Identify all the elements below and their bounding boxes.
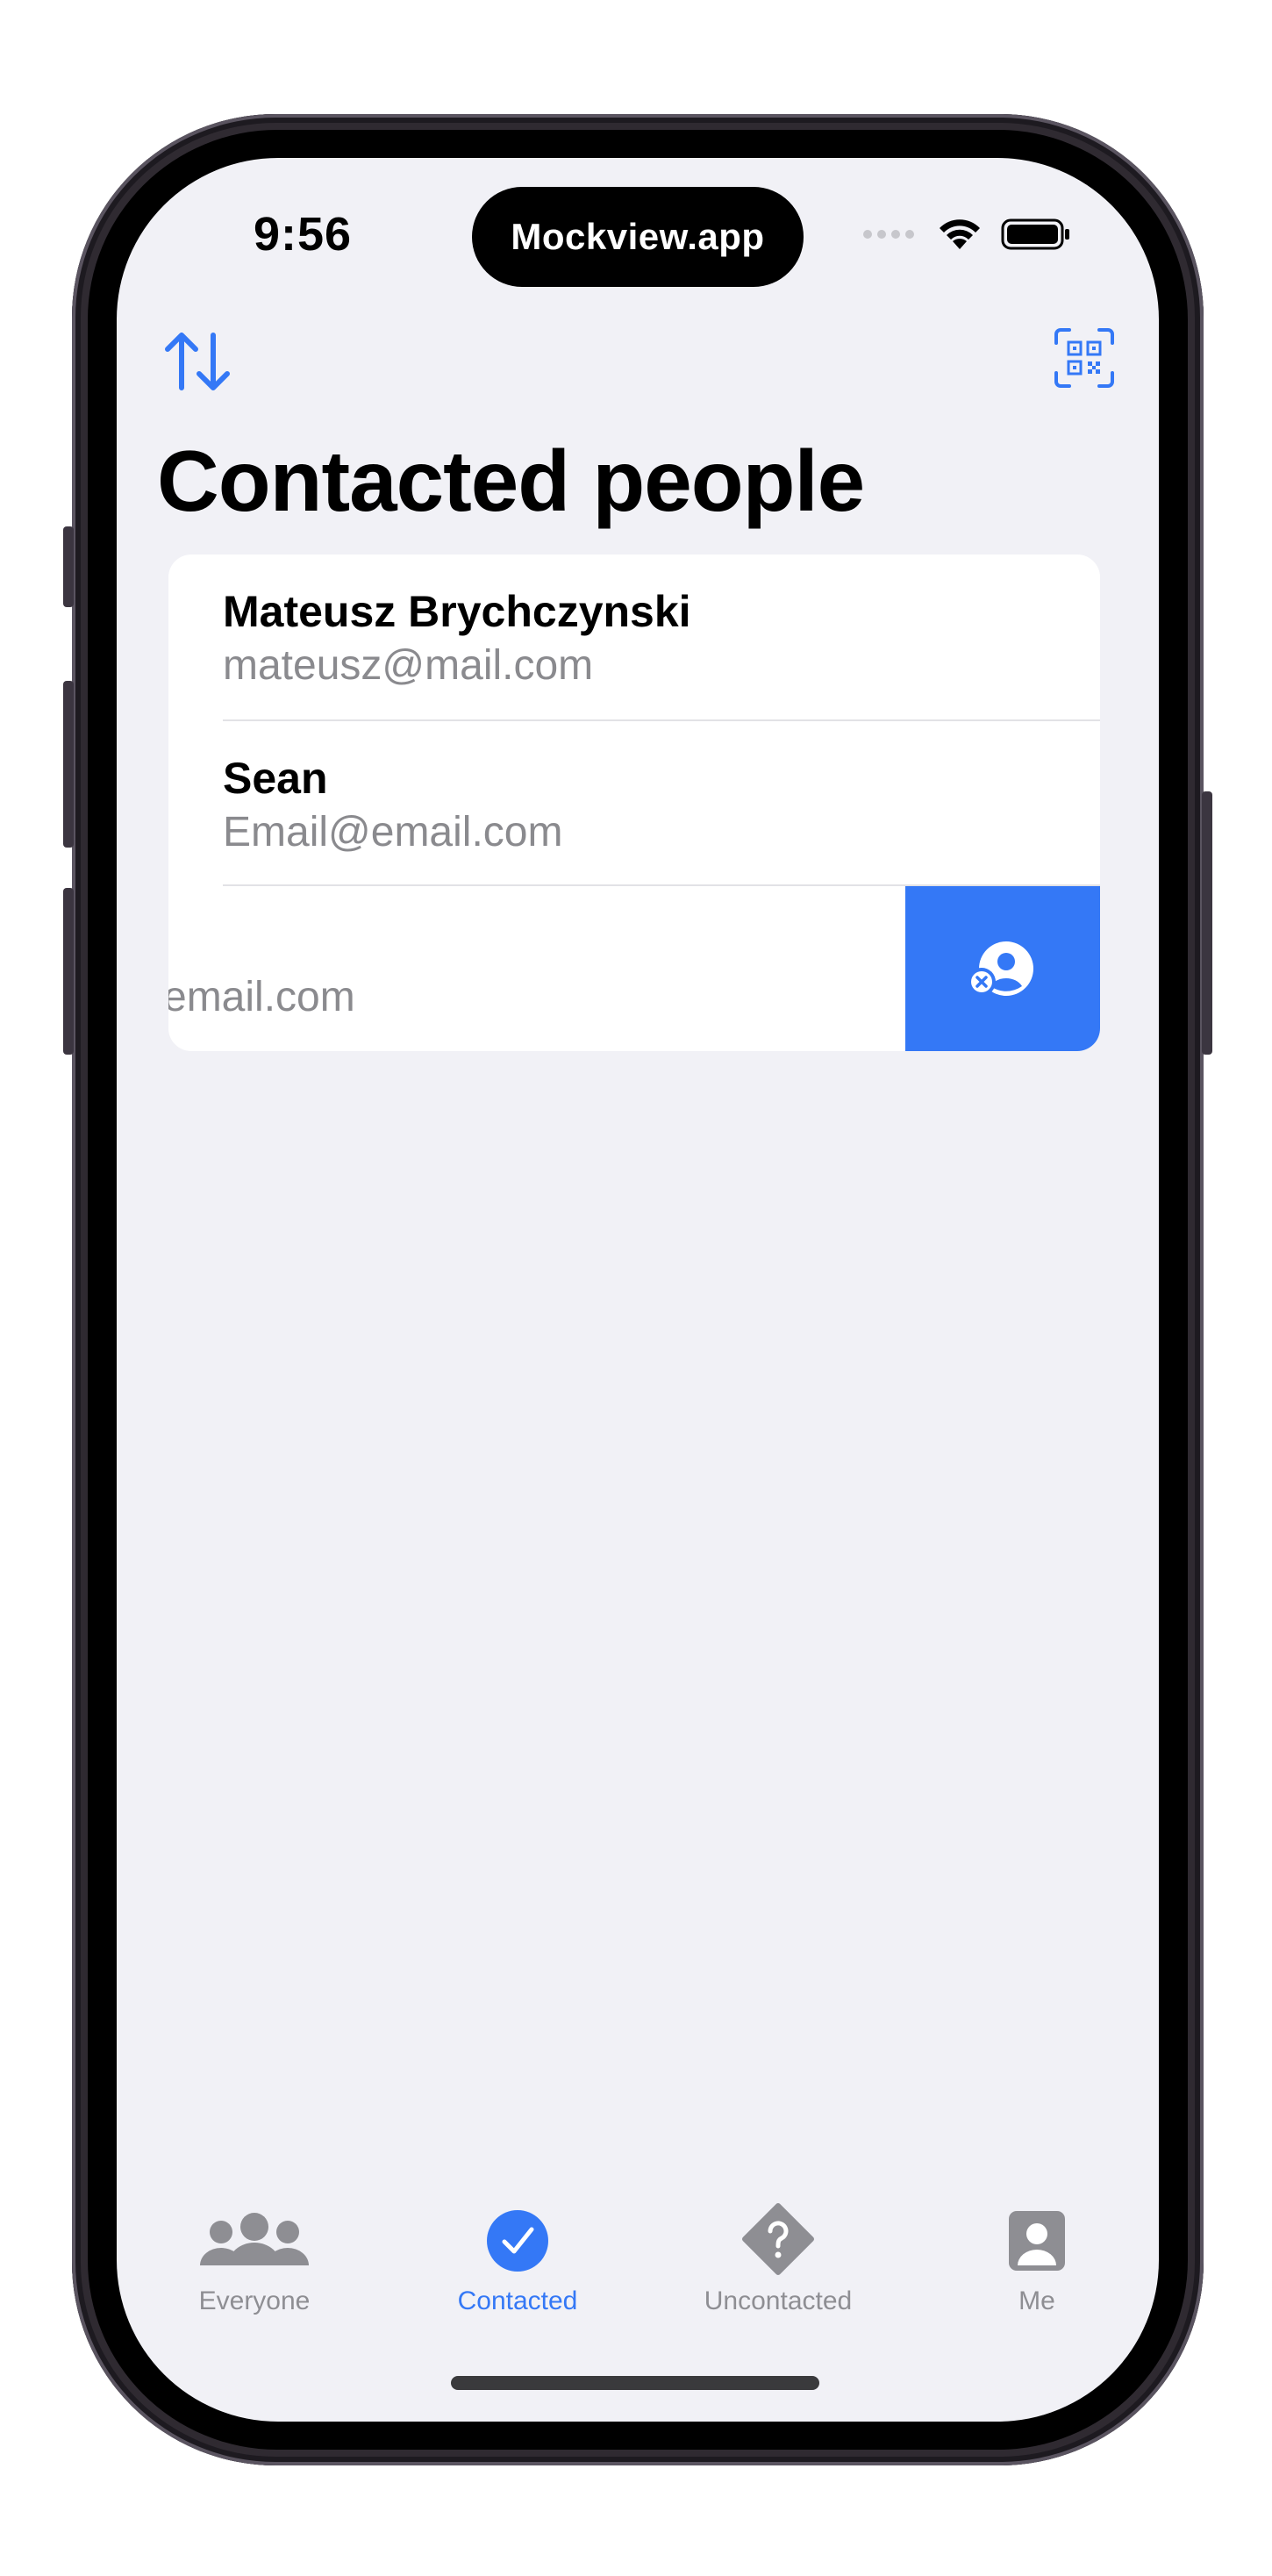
remove-contact-button[interactable] [905,886,1100,1051]
contact-name: Sean [223,754,328,803]
person-square-icon [1009,2211,1065,2271]
scan-qr-button[interactable] [1054,327,1115,389]
tab-label: Uncontacted [704,2286,853,2315]
contact-email: email.com [168,974,355,1020]
contacts-list: Mateusz Brychczynski mateusz@mail.com Se… [168,555,1100,1051]
power-button [1202,791,1212,1055]
status-icons [862,218,1071,251]
device-stage: 9:56 Mockview.app Contacted people Mateu… [0,0,1272,2576]
tab-label: Me [1018,2286,1055,2315]
tab-everyone[interactable]: Everyone [149,2202,360,2325]
tab-label: Contacted [457,2286,578,2315]
silent-switch [63,526,74,607]
contact-name: Mateusz Brychczynski [223,587,691,636]
volume-down-button [63,888,74,1055]
page-title: Contacted people [157,433,865,529]
sort-button[interactable] [161,325,234,398]
wifi-icon [940,219,980,249]
contact-row[interactable]: Mateusz Brychczynski mateusz@mail.com [168,555,1100,719]
island-label: Mockview.app [511,216,765,257]
person-remove-icon [968,941,1033,996]
volume-up-button [63,681,74,848]
status-time: 9:56 [254,208,353,261]
tab-contacted[interactable]: Contacted [412,2202,623,2325]
contact-email: Email@email.com [223,809,563,855]
tab-label: Everyone [198,2286,311,2315]
question-diamond-icon [742,2203,814,2275]
people-group-icon [200,2213,309,2265]
contact-row[interactable]: Sean Email@email.com [168,721,1100,886]
signal-dots-icon [863,230,914,239]
dynamic-island: Mockview.app [472,187,804,287]
checkmark-circle-icon [487,2210,548,2272]
battery-icon [1001,218,1069,250]
arrow-up-down-icon [165,333,230,390]
home-indicator [451,2376,819,2390]
tab-uncontacted[interactable]: Uncontacted [673,2202,883,2325]
tab-me[interactable]: Me [932,2202,1142,2325]
contact-email: mateusz@mail.com [223,642,594,689]
screen: 9:56 Mockview.app Contacted people Mateu… [117,158,1159,2422]
qr-code-scan-icon [1054,328,1114,388]
